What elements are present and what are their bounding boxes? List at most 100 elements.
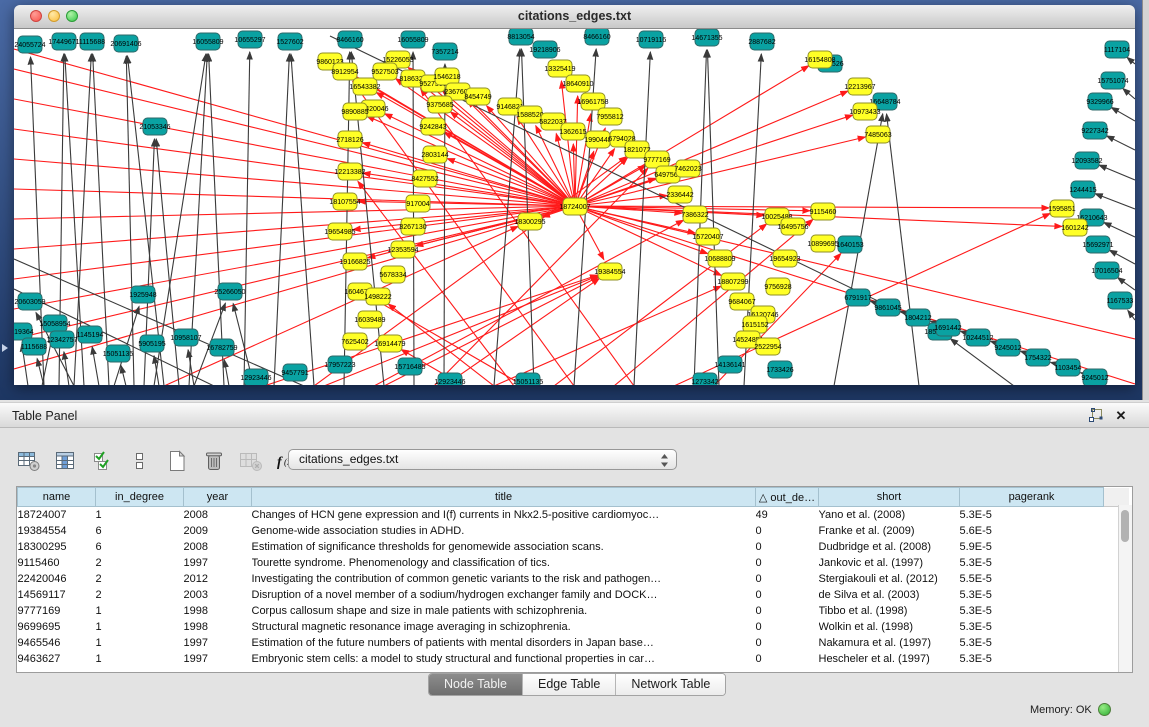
table-row[interactable]: 1872400712008Changes of HCN gene express… — [18, 507, 1130, 524]
graph-node[interactable]: 18807299 — [717, 273, 748, 290]
graph-node[interactable]: 1115688 — [21, 338, 47, 355]
table-cell[interactable]: 0 — [756, 619, 819, 635]
graph-edge[interactable] — [444, 132, 575, 206]
table-cell[interactable]: Corpus callosum shape and size in male p… — [252, 603, 756, 619]
graph-node[interactable]: 1754322 — [1024, 349, 1051, 366]
graph-edge[interactable] — [1127, 57, 1135, 64]
minimize-window-button[interactable] — [48, 10, 60, 22]
graph-node[interactable]: 7386322 — [681, 206, 708, 223]
network-window[interactable]: citations_edges.txt 24055724174496711115… — [14, 5, 1135, 385]
graph-edge[interactable] — [707, 50, 719, 385]
table-cell[interactable]: Structural magnetic resonance image aver… — [252, 619, 756, 635]
table-cell[interactable]: 5.6E-5 — [960, 523, 1104, 539]
table-cell[interactable]: Franke et al. (2009) — [819, 523, 960, 539]
graph-node[interactable]: 9115460 — [810, 203, 837, 220]
table-cell[interactable]: 1997 — [184, 635, 252, 651]
graph-node[interactable]: 5678334 — [379, 266, 406, 283]
table-cell[interactable]: Embryonic stem cells: a model to study s… — [252, 651, 756, 667]
graph-node[interactable]: 16495756 — [777, 218, 808, 235]
table-row[interactable]: 1456911722003Disruption of a novel membe… — [18, 587, 1130, 603]
graph-node[interactable]: 917004 — [406, 195, 430, 212]
table-cell[interactable]: 1 — [96, 619, 184, 635]
table-cell[interactable]: 1998 — [184, 603, 252, 619]
graph-node[interactable]: 25266050 — [214, 283, 245, 300]
graph-node[interactable]: 1601242 — [1061, 219, 1088, 236]
graph-node[interactable]: 9527503 — [371, 63, 398, 80]
graph-edge[interactable] — [209, 54, 224, 385]
graph-edge[interactable] — [1095, 194, 1135, 209]
graph-node[interactable]: 16039489 — [354, 311, 385, 328]
column-header[interactable]: year — [184, 488, 252, 507]
table-panel-header[interactable]: Table Panel ✕ — [0, 402, 1149, 428]
graph-node[interactable]: 6791917 — [844, 289, 871, 306]
graph-node[interactable]: 7955812 — [596, 108, 623, 125]
table-cell[interactable]: Investigating the contribution of common… — [252, 571, 756, 587]
graph-edge[interactable] — [1128, 310, 1135, 320]
graph-node[interactable]: 9756928 — [764, 278, 791, 295]
graph-edge[interactable] — [1123, 88, 1135, 99]
graph-node[interactable]: 1640153 — [836, 236, 863, 253]
graph-edge[interactable] — [494, 286, 721, 385]
table-cell[interactable]: 1998 — [184, 619, 252, 635]
network-view[interactable]: 2405572417449671111568820691406160558091… — [14, 29, 1135, 385]
graph-edge[interactable] — [1107, 136, 1135, 150]
graph-node[interactable]: 1117104 — [1104, 41, 1130, 58]
graph-edge[interactable] — [14, 99, 575, 206]
graph-node[interactable]: 9227342 — [1081, 122, 1108, 139]
graph-node[interactable]: 13325419 — [544, 60, 575, 77]
graph-node[interactable]: 8466160 — [583, 29, 610, 45]
table-cell[interactable]: 0 — [756, 651, 819, 667]
table-cell[interactable]: 5.3E-5 — [960, 651, 1104, 667]
column-header[interactable]: pagerank — [960, 488, 1104, 507]
column-header[interactable]: short — [819, 488, 960, 507]
graph-node[interactable]: 16543382 — [349, 78, 380, 95]
table-cell[interactable]: 5.5E-5 — [960, 571, 1104, 587]
graph-edge[interactable] — [14, 206, 575, 309]
graph-edge[interactable] — [1099, 165, 1135, 180]
column-header[interactable]: in_degree — [96, 488, 184, 507]
graph-edge[interactable] — [887, 114, 919, 385]
graph-node[interactable]: 18640910 — [562, 75, 593, 92]
graph-node[interactable]: 1167533 — [1107, 292, 1134, 309]
memory-status-indicator[interactable] — [1098, 703, 1111, 716]
graph-node[interactable]: 17957223 — [324, 356, 355, 373]
tab-edge-table[interactable]: Edge Table — [523, 674, 616, 695]
graph-edge[interactable] — [1111, 107, 1135, 121]
graph-node[interactable]: 10655297 — [234, 31, 265, 48]
graph-edge[interactable] — [1104, 222, 1135, 237]
table-cell[interactable]: Disruption of a novel member of a sodium… — [252, 587, 756, 603]
table-cell[interactable]: Jankovic et al. (1997) — [819, 555, 960, 571]
table-cell[interactable]: Dudbridge et al. (2008) — [819, 539, 960, 555]
graph-node[interactable]: 1362615 — [559, 123, 586, 140]
graph-node[interactable]: 15716485 — [394, 358, 425, 375]
table-cell[interactable]: 5.9E-5 — [960, 539, 1104, 555]
graph-node[interactable]: 18300295 — [514, 213, 545, 230]
graph-node[interactable]: 1546218 — [433, 68, 460, 85]
graph-node[interactable]: 7462023 — [674, 160, 701, 177]
table-cell[interactable]: 2 — [96, 587, 184, 603]
table-cell[interactable]: 14569117 — [18, 587, 96, 603]
graph-node[interactable]: 8466160 — [336, 31, 363, 48]
graph-node[interactable]: 1244415 — [1069, 181, 1096, 198]
graph-node[interactable]: 16782759 — [206, 339, 237, 356]
graph-node[interactable]: 9329966 — [1086, 93, 1113, 110]
graph-node[interactable]: 18724007 — [559, 198, 590, 215]
table-row[interactable]: 969969511998Structural magnetic resonanc… — [18, 619, 1130, 635]
graph-node[interactable]: 19654985 — [324, 223, 355, 240]
table-cell[interactable]: Nakamura et al. (1997) — [819, 635, 960, 651]
table-cell[interactable]: Genome-wide association studies in ADHD. — [252, 523, 756, 539]
graph-node[interactable]: 12923446 — [240, 369, 271, 385]
graph-node[interactable]: 7625402 — [341, 333, 368, 350]
graph-node[interactable]: 15720407 — [692, 228, 723, 245]
window-titlebar[interactable]: citations_edges.txt — [14, 5, 1135, 29]
graph-node[interactable]: 15051135 — [513, 373, 544, 385]
table-cell[interactable]: 9115460 — [18, 555, 96, 571]
graph-edge[interactable] — [224, 360, 229, 385]
table-cell[interactable]: 2008 — [184, 539, 252, 555]
table-cell[interactable]: 5.3E-5 — [960, 635, 1104, 651]
graph-node[interactable]: 15751074 — [1097, 72, 1128, 89]
graph-node[interactable]: 16961758 — [577, 93, 608, 110]
table-cell[interactable]: 9463627 — [18, 651, 96, 667]
graph-edge[interactable] — [274, 54, 289, 385]
table-cell[interactable]: 0 — [756, 587, 819, 603]
